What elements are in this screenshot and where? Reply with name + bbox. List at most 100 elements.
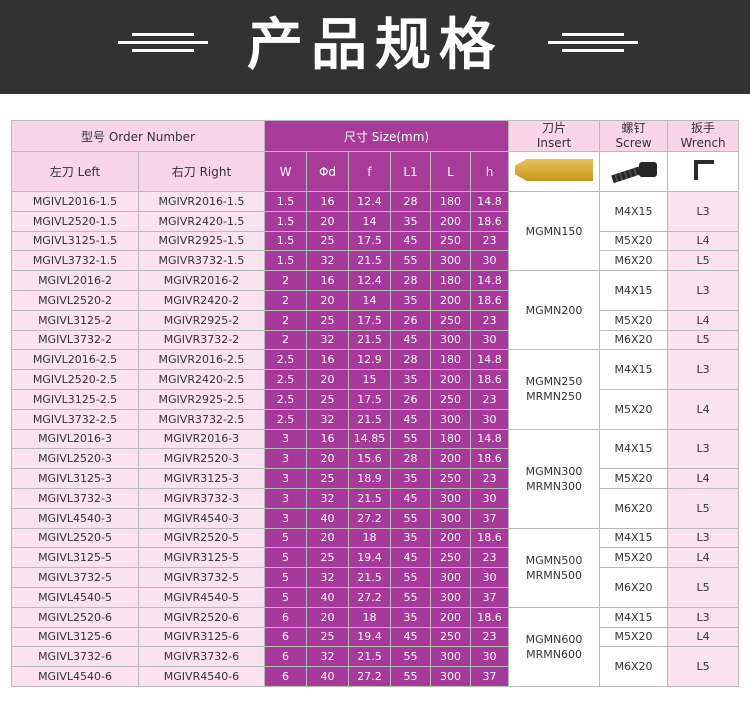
l1-value-cell: 55 <box>390 586 431 608</box>
wrench-model-cell: L4 <box>667 309 740 331</box>
screw-model-cell: M4X15 <box>599 349 669 390</box>
l1-value-cell: 45 <box>390 626 431 648</box>
header-screw-cn: 螺钉 <box>621 121 646 136</box>
phid-value-cell: 40 <box>306 586 349 608</box>
screw-model-cell: M6X20 <box>599 329 669 351</box>
l1-value-cell: 55 <box>390 507 431 529</box>
left-model-cell: MGIVL3732-2.5 <box>11 408 139 430</box>
h-value-cell: 14.8 <box>469 428 510 450</box>
l1-value-cell: 55 <box>390 567 431 588</box>
phid-value-cell: 32 <box>306 250 349 272</box>
phid-value-cell: 16 <box>306 270 349 291</box>
header-left: 左刀 Left <box>11 151 139 192</box>
l1-value-cell: 45 <box>390 547 431 569</box>
left-model-cell: MGIVL2520-1.5 <box>11 210 139 232</box>
l1-value-cell: 28 <box>390 349 431 371</box>
phid-value-cell: 40 <box>306 666 349 687</box>
right-model-cell: MGIVR2925-2.5 <box>138 388 265 410</box>
left-model-cell: MGIVL3125-2.5 <box>11 388 139 410</box>
wrench-model-cell: L3 <box>667 527 740 549</box>
l-value-cell: 180 <box>430 428 471 450</box>
f-value-cell: 21.5 <box>348 646 391 668</box>
table-row: MGIVL3125-2.5 MGIVR2925-2.5 2.5 25 17.5 26 250… <box>11 388 740 430</box>
left-model-cell: MGIVL2520-2 <box>11 289 139 311</box>
w-value-cell: 1.5 <box>264 191 307 212</box>
insert-model-cell: MGMN600 MRMN600 <box>508 606 601 687</box>
phid-value-cell: 20 <box>306 289 349 311</box>
insert-model-cell: MGMN200 <box>508 270 601 351</box>
l-value-cell: 300 <box>430 646 471 668</box>
l1-value-cell: 35 <box>390 606 431 628</box>
l1-value-cell: 55 <box>390 646 431 668</box>
left-model-cell: MGIVL3125-3 <box>11 468 139 489</box>
right-model-cell: MGIVR2420-2 <box>138 289 265 311</box>
h-value-cell: 14.8 <box>469 191 510 212</box>
f-value-cell: 21.5 <box>348 567 391 588</box>
f-value-cell: 17.5 <box>348 388 391 410</box>
screw-model-cell: M5X20 <box>599 388 669 430</box>
phid-value-cell: 20 <box>306 210 349 232</box>
f-value-cell: 17.5 <box>348 309 391 331</box>
right-model-cell: MGIVR4540-6 <box>138 666 265 687</box>
phid-value-cell: 32 <box>306 567 349 588</box>
h-value-cell: 14.8 <box>469 270 510 291</box>
f-value-cell: 18 <box>348 527 391 549</box>
f-value-cell: 15 <box>348 369 391 390</box>
l1-value-cell: 45 <box>390 408 431 430</box>
l1-value-cell: 35 <box>390 210 431 232</box>
spec-table: 型号 Order Number 尺寸 Size(mm) 刀片 Insert 螺钉… <box>11 120 740 687</box>
insert-model-cell: MGMN150 <box>508 190 601 272</box>
phid-value-cell: 16 <box>306 349 349 371</box>
l1-value-cell: 55 <box>390 428 431 450</box>
header-l: L <box>430 151 471 192</box>
header-l1: L1 <box>390 151 431 192</box>
h-value-cell: 30 <box>469 487 510 509</box>
phid-value-cell: 20 <box>306 369 349 390</box>
l1-value-cell: 28 <box>390 270 431 291</box>
w-value-cell: 2.5 <box>264 388 307 410</box>
l-value-cell: 250 <box>430 468 471 489</box>
wrench-model-cell: L4 <box>667 547 740 569</box>
left-model-cell: MGIVL3125-2 <box>11 309 139 331</box>
table-row: MGIVL3125-5 MGIVR3125-5 5 25 19.4 45 250 23 M5X2… <box>11 547 740 569</box>
insert-model-cell: MGMN500 MRMN500 <box>508 527 601 608</box>
f-value-cell: 21.5 <box>348 408 391 430</box>
h-value-cell: 37 <box>469 666 510 687</box>
left-model-cell: MGIVL2520-6 <box>11 606 139 628</box>
l-value-cell: 200 <box>430 210 471 232</box>
screw-model-cell: M5X20 <box>599 547 669 569</box>
f-value-cell: 27.2 <box>348 507 391 529</box>
l1-value-cell: 35 <box>390 369 431 390</box>
left-model-cell: MGIVL2520-3 <box>11 448 139 470</box>
right-model-cell: MGIVR4540-5 <box>138 586 265 608</box>
screw-model-cell: M4X15 <box>599 527 669 549</box>
right-model-cell: MGIVR3732-1.5 <box>138 250 265 272</box>
right-model-cell: MGIVR2925-2 <box>138 309 265 331</box>
l1-value-cell: 35 <box>390 468 431 489</box>
wrench-image <box>667 151 740 192</box>
insert-model-cell: MGMN250 MRMN250 <box>508 349 601 430</box>
right-model-cell: MGIVR2016-1.5 <box>138 191 265 212</box>
h-value-cell: 18.6 <box>469 527 510 549</box>
w-value-cell: 2 <box>264 289 307 311</box>
screw-model-cell: M5X20 <box>599 309 669 331</box>
screw-model-cell: M4X15 <box>599 270 669 311</box>
w-value-cell: 3 <box>264 428 307 450</box>
right-model-cell: MGIVR2520-6 <box>138 606 265 628</box>
w-value-cell: 2.5 <box>264 369 307 390</box>
f-value-cell: 18.9 <box>348 468 391 489</box>
h-value-cell: 30 <box>469 408 510 430</box>
l-value-cell: 300 <box>430 586 471 608</box>
w-value-cell: 1.5 <box>264 210 307 232</box>
wrench-model-cell: L5 <box>667 567 740 608</box>
wrench-model-cell: L3 <box>667 606 740 628</box>
wrench-model-cell: L3 <box>667 191 740 232</box>
left-model-cell: MGIVL4540-6 <box>11 666 139 687</box>
w-value-cell: 5 <box>264 567 307 588</box>
phid-value-cell: 25 <box>306 468 349 489</box>
header-size: 尺寸 Size(mm) <box>263 120 510 152</box>
left-model-cell: MGIVL4540-3 <box>11 507 139 529</box>
phid-value-cell: 20 <box>306 527 349 549</box>
h-value-cell: 23 <box>469 547 510 569</box>
f-value-cell: 17.5 <box>348 230 391 252</box>
